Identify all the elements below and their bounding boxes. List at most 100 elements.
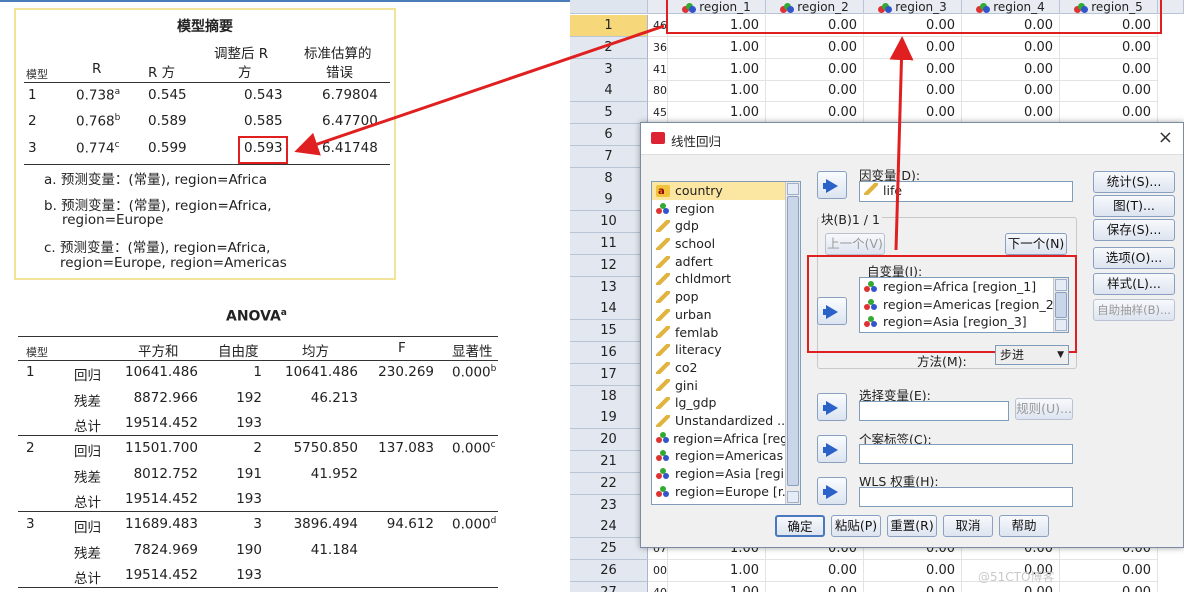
row-number[interactable]: 5 — [570, 102, 648, 125]
grid-cell[interactable]: 0.00 — [766, 58, 864, 81]
row-number[interactable]: 8 — [570, 167, 648, 190]
wls-field[interactable] — [859, 487, 1073, 507]
grid-cell[interactable]: 0.00 — [766, 102, 864, 125]
row-number[interactable]: 25 — [570, 538, 648, 561]
row-number[interactable]: 23 — [570, 494, 648, 517]
variable-item[interactable]: Unstandardized ... — [652, 412, 800, 430]
case-label-field[interactable] — [859, 444, 1073, 464]
row-number[interactable]: 4 — [570, 80, 648, 103]
scroll-down-icon[interactable] — [787, 491, 799, 503]
row-number[interactable]: 27 — [570, 581, 648, 592]
variable-item[interactable]: school — [652, 235, 800, 253]
variable-item[interactable]: chldmort — [652, 270, 800, 288]
cancel-button[interactable]: 取消 — [943, 515, 993, 537]
grid-cell[interactable]: 36 — [648, 36, 668, 59]
plots-button[interactable]: 图(T)... — [1093, 195, 1175, 217]
variable-item[interactable]: co2 — [652, 359, 800, 377]
save-button[interactable]: 保存(S)... — [1093, 219, 1175, 241]
variable-item[interactable]: region=Americas ... — [652, 447, 800, 465]
row-number[interactable]: 13 — [570, 276, 648, 299]
variable-item[interactable]: region=Europe [r... — [652, 483, 800, 501]
row-number[interactable]: 3 — [570, 58, 648, 81]
grid-cell[interactable]: 1.00 — [668, 581, 766, 592]
grid-cell[interactable]: 41 — [648, 58, 668, 81]
row-number[interactable]: 21 — [570, 451, 648, 473]
next-block-button[interactable]: 下一个(N) — [1005, 233, 1067, 255]
grid-cell[interactable]: 46 — [648, 15, 668, 37]
grid-cell[interactable]: 0.00 — [864, 581, 962, 592]
grid-cell[interactable]: 1.00 — [668, 102, 766, 125]
options-button[interactable]: 选项(O)... — [1093, 247, 1175, 269]
row-number[interactable]: 24 — [570, 516, 648, 539]
scroll-thumb[interactable] — [787, 196, 799, 486]
grid-cell[interactable]: 1.00 — [668, 80, 766, 103]
variable-item[interactable]: country — [652, 182, 800, 201]
grid-cell[interactable]: 0.00 — [864, 36, 962, 59]
grid-cell[interactable]: 0.00 — [1060, 58, 1158, 81]
reset-button[interactable]: 重置(R) — [887, 515, 937, 537]
grid-cell[interactable]: 0.00 — [864, 102, 962, 125]
variable-item[interactable]: urban — [652, 306, 800, 324]
variable-item[interactable]: femlab — [652, 324, 800, 342]
move-to-selection-button[interactable] — [817, 393, 847, 421]
grid-cell[interactable]: 0.00 — [766, 581, 864, 592]
grid-cell[interactable]: 0.00 — [864, 58, 962, 81]
row-number[interactable]: 2 — [570, 36, 648, 59]
variable-item[interactable]: adfert — [652, 253, 800, 271]
bootstrap-button[interactable]: 自助抽样(B)... — [1093, 299, 1175, 321]
grid-cell[interactable]: 1.00 — [668, 560, 766, 582]
method-select[interactable]: 步进 ▼ — [995, 345, 1069, 365]
grid-cell[interactable]: 0.00 — [962, 36, 1060, 59]
variable-item[interactable]: gdp — [652, 217, 800, 235]
variable-item[interactable]: lg_gdp — [652, 394, 800, 412]
grid-cell[interactable]: 0.00 — [962, 58, 1060, 81]
row-number[interactable]: 26 — [570, 560, 648, 582]
row-number[interactable]: 15 — [570, 320, 648, 343]
grid-cell[interactable]: 00 — [648, 560, 668, 582]
row-number[interactable]: 19 — [570, 407, 648, 430]
grid-cell[interactable]: 0.00 — [864, 560, 962, 582]
rule-button[interactable]: 规则(U)... — [1015, 398, 1073, 420]
row-number[interactable]: 12 — [570, 254, 648, 277]
row-number[interactable]: 1 — [570, 15, 648, 37]
variable-list[interactable]: countryregiongdpschooladfertchldmortpopu… — [651, 181, 801, 505]
grid-cell[interactable]: 1.00 — [668, 36, 766, 59]
grid-cell[interactable]: 0.00 — [766, 80, 864, 103]
grid-cell[interactable]: 0.00 — [1060, 560, 1158, 582]
variable-item[interactable]: region=Africa [reg... — [652, 430, 800, 448]
move-to-wls-button[interactable] — [817, 477, 847, 505]
statistics-button[interactable]: 统计(S)... — [1093, 171, 1175, 193]
prev-block-button[interactable]: 上一个(V) — [825, 233, 885, 255]
grid-cell[interactable]: 0.00 — [1060, 102, 1158, 125]
row-number[interactable]: 17 — [570, 363, 648, 386]
variable-list-scrollbar[interactable] — [785, 182, 800, 504]
grid-cell[interactable]: 0.00 — [1060, 36, 1158, 59]
row-number[interactable]: 16 — [570, 342, 648, 364]
grid-cell[interactable]: 80 — [648, 80, 668, 103]
grid-cell[interactable]: 0.00 — [1060, 581, 1158, 592]
variable-item[interactable]: gini — [652, 377, 800, 395]
ok-button[interactable]: 确定 — [775, 515, 825, 537]
grid-cell[interactable]: 0.00 — [766, 560, 864, 582]
variable-item[interactable]: region — [652, 200, 800, 218]
dependent-field[interactable]: life — [859, 181, 1073, 202]
move-to-case-label-button[interactable] — [817, 435, 847, 463]
row-number[interactable]: 6 — [570, 124, 648, 146]
row-number[interactable]: 18 — [570, 385, 648, 408]
variable-item[interactable]: region=Asia [regi... — [652, 465, 800, 483]
help-button[interactable]: 帮助 — [999, 515, 1049, 537]
grid-cell[interactable]: 0.00 — [1060, 80, 1158, 103]
row-number[interactable]: 20 — [570, 429, 648, 452]
paste-button[interactable]: 粘贴(P) — [831, 515, 881, 537]
grid-cell[interactable]: 0.00 — [962, 80, 1060, 103]
variable-item[interactable]: pop — [652, 288, 800, 306]
style-button[interactable]: 样式(L)... — [1093, 273, 1175, 295]
grid-cell[interactable]: 45 — [648, 102, 668, 125]
row-number[interactable]: 14 — [570, 298, 648, 321]
scroll-up-icon[interactable] — [787, 183, 799, 195]
grid-cell[interactable]: 0.00 — [962, 102, 1060, 125]
row-number[interactable]: 9 — [570, 189, 648, 212]
row-number[interactable]: 11 — [570, 233, 648, 255]
selection-field[interactable] — [859, 401, 1009, 421]
grid-cell[interactable]: 1.00 — [668, 58, 766, 81]
